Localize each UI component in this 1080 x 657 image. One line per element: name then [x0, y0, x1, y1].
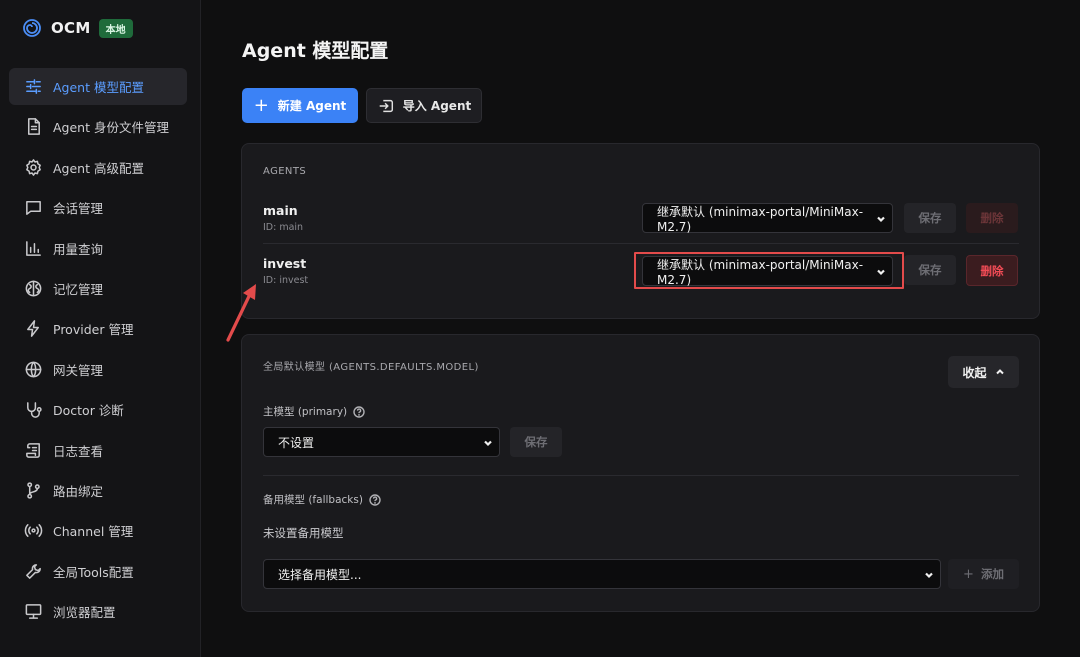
- sidebar-item-global-tools[interactable]: 全局Tools配置: [9, 553, 187, 590]
- fallbacks-empty-text: 未设置备用模型: [263, 526, 344, 540]
- agents-section-label: AGENTS: [263, 166, 307, 177]
- import-icon: [379, 99, 393, 112]
- agent-id-invest: ID: invest: [263, 275, 309, 286]
- help-icon[interactable]: [369, 493, 381, 506]
- stethoscope-icon: [23, 400, 43, 420]
- fallback-model-select[interactable]: 选择备用模型...: [263, 559, 941, 589]
- collapse-label: 收起: [962, 365, 987, 380]
- primary-save-button[interactable]: 保存: [510, 427, 562, 457]
- monitor-icon: [23, 602, 43, 622]
- highlight-annotation-box: [634, 252, 904, 289]
- select-value: 继承默认 (minimax-portal/MiniMax-M2.7): [657, 204, 864, 234]
- chevron-down-icon: [876, 213, 886, 223]
- primary-model-select[interactable]: 不设置: [263, 427, 500, 457]
- sidebar-item-label: Doctor 诊断: [53, 403, 124, 419]
- sidebar-nav: Agent 模型配置 Agent 身份文件管理 Agent 高级配置 会话管理 …: [9, 68, 187, 633]
- sidebar-item-label: 日志查看: [53, 443, 104, 459]
- chevron-down-icon: [924, 569, 934, 579]
- file-icon: [23, 117, 43, 137]
- primary-model-label: 主模型 (primary): [263, 404, 365, 419]
- plus-icon: +: [253, 94, 269, 116]
- sidebar-item-label: 路由绑定: [53, 483, 104, 499]
- globe-icon: [23, 359, 43, 379]
- agent-name-main: main: [263, 203, 298, 218]
- sidebar-item-label: 会话管理: [53, 201, 104, 217]
- sliders-icon: [23, 77, 43, 97]
- delete-button-main[interactable]: 删除: [966, 203, 1018, 233]
- sidebar-item-label: 网关管理: [53, 362, 104, 378]
- sidebar-item-label: 浏览器配置: [53, 605, 116, 621]
- sidebar-item-label: Provider 管理: [53, 322, 134, 338]
- sidebar-item-label: 用量查询: [53, 241, 104, 257]
- fallbacks-label-text: 备用模型 (fallbacks): [263, 494, 363, 506]
- chat-icon: [23, 198, 43, 218]
- row-divider: [263, 243, 1019, 244]
- radio-icon: [23, 521, 43, 541]
- delete-button-invest[interactable]: 删除: [966, 255, 1018, 286]
- sidebar-item-browser[interactable]: 浏览器配置: [9, 593, 187, 630]
- save-button-invest[interactable]: 保存: [904, 255, 956, 285]
- help-icon[interactable]: [353, 405, 365, 418]
- brand-name: OCM: [51, 19, 91, 37]
- save-button-main[interactable]: 保存: [904, 203, 956, 233]
- sidebar-item-label: Agent 高级配置: [53, 160, 144, 176]
- select-value: 选择备用模型...: [278, 567, 362, 582]
- brand: OCM 本地: [22, 17, 133, 39]
- sidebar-item-usage[interactable]: 用量查询: [9, 230, 187, 267]
- sidebar-item-channel[interactable]: Channel 管理: [9, 512, 187, 549]
- spiral-logo-icon: [22, 18, 42, 38]
- agent-name-invest: invest: [263, 256, 307, 271]
- collapse-button[interactable]: 收起: [948, 356, 1019, 388]
- brain-icon: [23, 278, 43, 298]
- sidebar-item-routing[interactable]: 路由绑定: [9, 472, 187, 509]
- wrench-icon: [23, 561, 43, 581]
- chevron-down-icon: [483, 437, 493, 447]
- sidebar-item-agent-advanced-config[interactable]: Agent 高级配置: [9, 149, 187, 186]
- import-agent-label: 导入 Agent: [402, 99, 472, 113]
- sidebar-item-label: Agent 身份文件管理: [53, 120, 169, 136]
- primary-label-text: 主模型 (primary): [263, 406, 348, 418]
- section-divider: [263, 475, 1019, 476]
- import-agent-button[interactable]: 导入 Agent: [366, 88, 482, 123]
- chevron-up-icon: [995, 369, 1004, 375]
- fallbacks-label: 备用模型 (fallbacks): [263, 492, 381, 507]
- new-agent-button[interactable]: + 新建 Agent: [242, 88, 358, 123]
- sidebar-item-label: 全局Tools配置: [53, 564, 134, 580]
- sidebar-item-gateway[interactable]: 网关管理: [9, 351, 187, 388]
- defaults-section-label: 全局默认模型 (AGENTS.DEFAULTS.MODEL): [263, 362, 479, 373]
- sidebar-item-agent-identity-files[interactable]: Agent 身份文件管理: [9, 108, 187, 145]
- select-value: 不设置: [278, 435, 315, 450]
- plus-icon: +: [963, 566, 974, 582]
- add-label: 添加: [980, 567, 1004, 581]
- sidebar-item-doctor[interactable]: Doctor 诊断: [9, 391, 187, 428]
- git-branch-icon: [23, 480, 43, 500]
- local-badge: 本地: [98, 18, 133, 38]
- sidebar-item-agent-model-config[interactable]: Agent 模型配置: [9, 68, 187, 105]
- agent-model-select-main[interactable]: 继承默认 (minimax-portal/MiniMax-M2.7): [642, 203, 893, 234]
- bar-chart-icon: [23, 238, 43, 258]
- sidebar-item-label: Channel 管理: [53, 524, 134, 540]
- sidebar-item-memory[interactable]: 记忆管理: [9, 270, 187, 307]
- bolt-icon: [23, 319, 43, 339]
- scroll-icon: [23, 440, 43, 460]
- page-title: Agent 模型配置: [242, 40, 389, 62]
- new-agent-label: 新建 Agent: [277, 99, 347, 113]
- sidebar-item-label: Agent 模型配置: [53, 80, 144, 95]
- sidebar: OCM 本地 Agent 模型配置 Agent 身份文件管理 Agent 高级配…: [0, 0, 201, 657]
- sidebar-item-provider[interactable]: Provider 管理: [9, 310, 187, 347]
- sidebar-item-sessions[interactable]: 会话管理: [9, 189, 187, 226]
- agent-id-main: ID: main: [263, 222, 304, 233]
- sidebar-item-label: 记忆管理: [53, 281, 104, 297]
- sidebar-item-logs[interactable]: 日志查看: [9, 432, 187, 469]
- add-fallback-button[interactable]: + 添加: [948, 559, 1019, 589]
- gear-icon: [23, 157, 43, 177]
